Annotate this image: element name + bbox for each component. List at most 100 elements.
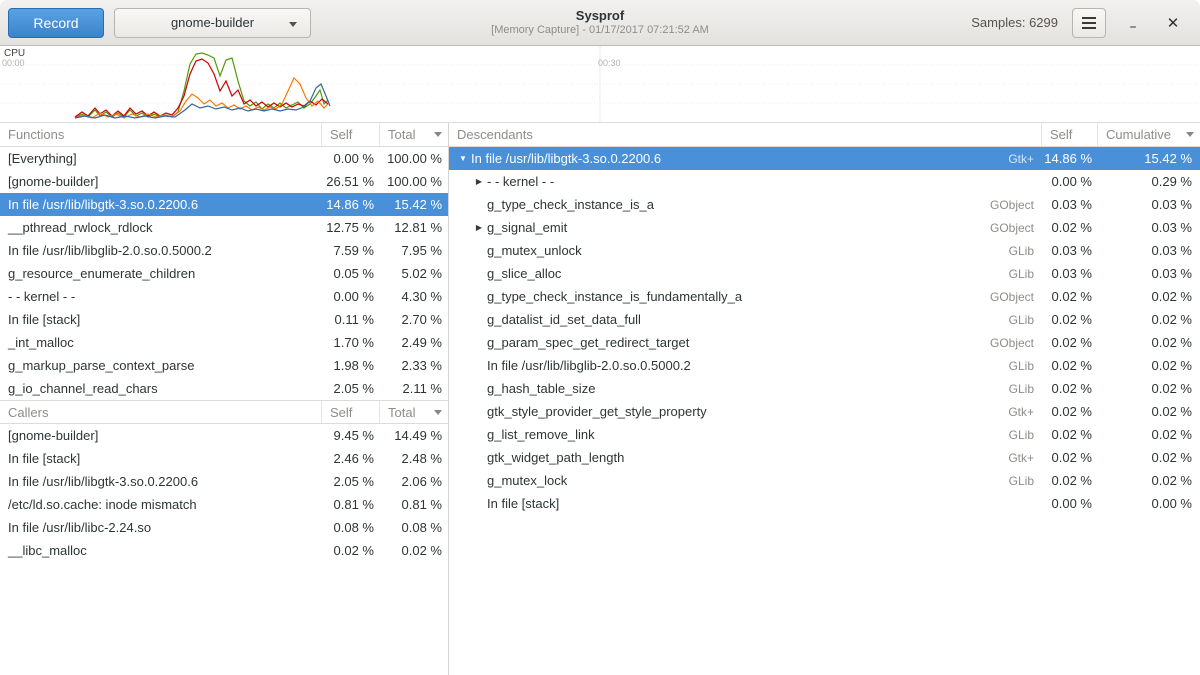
descendants-table-row[interactable]: In file [stack]0.00 %0.00 % <box>449 492 1200 515</box>
callers-self-column-header[interactable]: Self <box>322 401 380 423</box>
hamburger-icon <box>1082 22 1096 24</box>
callers-table-row[interactable]: /etc/ld.so.cache: inode mismatch0.81 %0.… <box>0 493 448 516</box>
functions-table-row[interactable]: In file /usr/lib/libgtk-3.so.0.2200.614.… <box>0 193 448 216</box>
cell-self-percent: 2.05 % <box>322 381 380 396</box>
descendants-table-row[interactable]: g_datalist_id_set_data_fullGLib0.02 %0.0… <box>449 308 1200 331</box>
cell-self-percent: 12.75 % <box>322 220 380 235</box>
cell-function-name: g_hash_table_size <box>487 381 972 396</box>
descendants-table-row[interactable]: g_param_spec_get_redirect_targetGObject0… <box>449 331 1200 354</box>
cell-cumulative-percent: 0.03 % <box>1098 266 1200 281</box>
cell-total-percent: 14.49 % <box>380 428 448 443</box>
descendants-table-row[interactable]: g_list_remove_linkGLib0.02 %0.02 % <box>449 423 1200 446</box>
cell-function-name: In file [stack] <box>487 496 972 511</box>
descendants-table-row[interactable]: ▼In file /usr/lib/libgtk-3.so.0.2200.6Gt… <box>449 147 1200 170</box>
callers-total-column-header[interactable]: Total <box>380 401 448 423</box>
descendants-table-row[interactable]: gtk_style_provider_get_style_propertyGtk… <box>449 400 1200 423</box>
descendants-table-row[interactable]: g_hash_table_sizeGLib0.02 %0.02 % <box>449 377 1200 400</box>
expander-open-icon[interactable]: ▼ <box>455 154 471 163</box>
descendants-table-row[interactable]: g_type_check_instance_is_fundamentally_a… <box>449 285 1200 308</box>
cpu-graph[interactable]: CPU 00:00 00:30 <box>0 46 1200 122</box>
functions-table-row[interactable]: [Everything]0.00 %100.00 % <box>0 147 448 170</box>
descendants-cumulative-column-header[interactable]: Cumulative <box>1098 123 1200 146</box>
descendants-table-row[interactable]: g_mutex_lockGLib0.02 %0.02 % <box>449 469 1200 492</box>
cell-category-label: GObject <box>972 198 1042 212</box>
functions-table-row[interactable]: [gnome-builder]26.51 %100.00 % <box>0 170 448 193</box>
descendants-column-header[interactable]: Descendants <box>449 123 1042 146</box>
descendants-table-row[interactable]: gtk_widget_path_lengthGtk+0.02 %0.02 % <box>449 446 1200 469</box>
functions-table-row[interactable]: g_resource_enumerate_children0.05 %5.02 … <box>0 262 448 285</box>
header-left-group: Record gnome-builder <box>0 8 311 38</box>
minimize-button[interactable]: – <box>1120 10 1146 36</box>
cell-self-percent: 0.02 % <box>1042 427 1098 442</box>
close-icon: ✕ <box>1167 14 1180 32</box>
cell-category-label: GObject <box>972 290 1042 304</box>
cell-total-percent: 100.00 % <box>380 151 448 166</box>
callers-table-row[interactable]: [gnome-builder]9.45 %14.49 % <box>0 424 448 447</box>
cell-total-percent: 0.08 % <box>380 520 448 535</box>
descendants-table-row[interactable]: g_mutex_unlockGLib0.03 %0.03 % <box>449 239 1200 262</box>
cell-function-name: g_slice_alloc <box>487 266 972 281</box>
cell-self-percent: 1.98 % <box>322 358 380 373</box>
cell-category-label: Gtk+ <box>972 152 1042 166</box>
close-button[interactable]: ✕ <box>1160 10 1186 36</box>
cell-function-name: In file /usr/lib/libgtk-3.so.0.2200.6 <box>0 197 322 212</box>
minimize-icon: – <box>1130 19 1137 35</box>
menu-button[interactable] <box>1072 8 1106 38</box>
functions-header-row: Functions Self Total <box>0 123 448 147</box>
descendants-cumulative-label: Cumulative <box>1106 127 1171 142</box>
cell-cumulative-percent: 0.02 % <box>1098 312 1200 327</box>
descendants-table-row[interactable]: g_slice_allocGLib0.03 %0.03 % <box>449 262 1200 285</box>
expander-closed-icon[interactable]: ▶ <box>471 177 487 186</box>
functions-total-column-header[interactable]: Total <box>380 123 448 146</box>
cell-function-name: g_list_remove_link <box>487 427 972 442</box>
cell-self-percent: 0.02 % <box>1042 450 1098 465</box>
callers-column-header[interactable]: Callers <box>0 401 322 423</box>
functions-table-row[interactable]: g_markup_parse_context_parse1.98 %2.33 % <box>0 354 448 377</box>
cell-function-name: - - kernel - - <box>487 174 972 189</box>
functions-table-row[interactable]: - - kernel - -0.00 %4.30 % <box>0 285 448 308</box>
functions-table-row[interactable]: In file [stack]0.11 %2.70 % <box>0 308 448 331</box>
cell-total-percent: 2.48 % <box>380 451 448 466</box>
descendants-table-row[interactable]: g_type_check_instance_is_aGObject0.03 %0… <box>449 193 1200 216</box>
callers-table-row[interactable]: In file /usr/lib/libgtk-3.so.0.2200.62.0… <box>0 470 448 493</box>
cell-category-label: GLib <box>972 428 1042 442</box>
process-selector-dropdown[interactable]: gnome-builder <box>114 8 311 38</box>
callers-table-row[interactable]: In file /usr/lib/libc-2.24.so0.08 %0.08 … <box>0 516 448 539</box>
sysprof-window: Record gnome-builder Sysprof [Memory Cap… <box>0 0 1200 675</box>
sort-indicator-icon <box>1186 132 1194 137</box>
left-pane: Functions Self Total [Everything]0.00 %1… <box>0 123 449 675</box>
descendants-table-row[interactable]: In file /usr/lib/libglib-2.0.so.0.5000.2… <box>449 354 1200 377</box>
functions-table-row[interactable]: In file /usr/lib/libglib-2.0.so.0.5000.2… <box>0 239 448 262</box>
cell-function-name: g_markup_parse_context_parse <box>0 358 322 373</box>
cell-function-name: - - kernel - - <box>0 289 322 304</box>
callers-table-row[interactable]: In file [stack]2.46 %2.48 % <box>0 447 448 470</box>
record-button[interactable]: Record <box>8 8 104 38</box>
functions-total-label: Total <box>388 127 415 142</box>
functions-column-header[interactable]: Functions <box>0 123 322 146</box>
functions-table-row[interactable]: _int_malloc1.70 %2.49 % <box>0 331 448 354</box>
cell-category-label: GLib <box>972 313 1042 327</box>
functions-self-column-header[interactable]: Self <box>322 123 380 146</box>
cell-self-percent: 0.02 % <box>1042 289 1098 304</box>
cell-category-label: GLib <box>972 359 1042 373</box>
cell-self-percent: 0.02 % <box>322 543 380 558</box>
descendants-table-row[interactable]: ▶g_signal_emitGObject0.02 %0.03 % <box>449 216 1200 239</box>
cell-cumulative-percent: 0.02 % <box>1098 358 1200 373</box>
cell-self-percent: 0.02 % <box>1042 358 1098 373</box>
functions-table-row[interactable]: __pthread_rwlock_rdlock12.75 %12.81 % <box>0 216 448 239</box>
functions-table: [Everything]0.00 %100.00 %[gnome-builder… <box>0 147 448 400</box>
cell-cumulative-percent: 0.00 % <box>1098 496 1200 511</box>
cell-function-name: _int_malloc <box>0 335 322 350</box>
cell-self-percent: 0.00 % <box>322 151 380 166</box>
descendants-table-row[interactable]: ▶- - kernel - -0.00 %0.29 % <box>449 170 1200 193</box>
descendants-header-row: Descendants Self Cumulative <box>449 123 1200 147</box>
expander-closed-icon[interactable]: ▶ <box>471 223 487 232</box>
cell-cumulative-percent: 0.02 % <box>1098 289 1200 304</box>
cell-function-name: g_type_check_instance_is_a <box>487 197 972 212</box>
cell-self-percent: 0.03 % <box>1042 266 1098 281</box>
cell-function-name: g_signal_emit <box>487 220 972 235</box>
descendants-self-column-header[interactable]: Self <box>1042 123 1098 146</box>
sort-indicator-icon <box>434 410 442 415</box>
functions-table-row[interactable]: g_io_channel_read_chars2.05 %2.11 % <box>0 377 448 400</box>
callers-table-row[interactable]: __libc_malloc0.02 %0.02 % <box>0 539 448 562</box>
